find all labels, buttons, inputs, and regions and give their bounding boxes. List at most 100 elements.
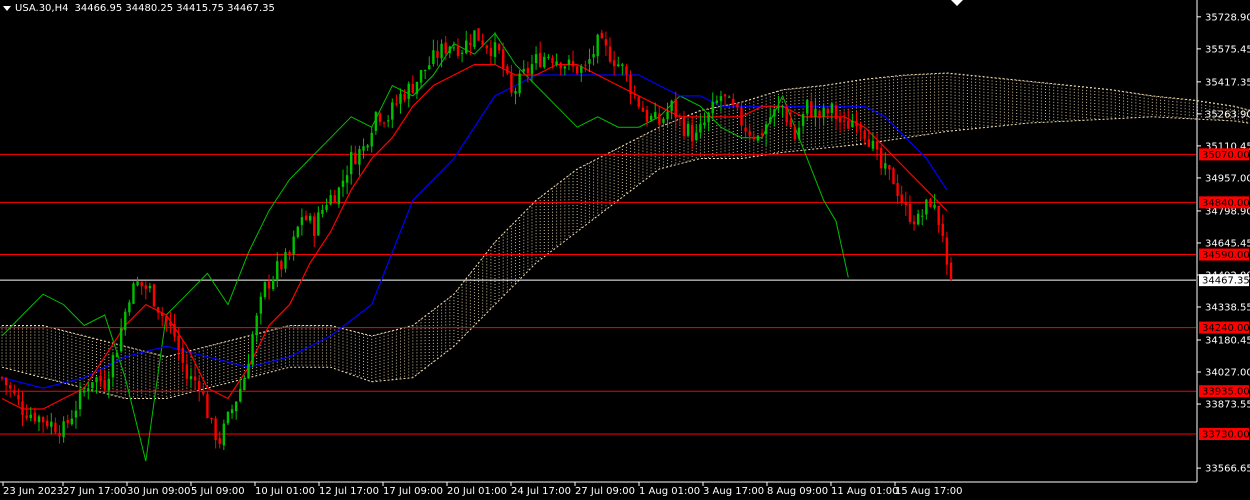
candle-body — [329, 195, 332, 205]
candle-body — [173, 323, 176, 337]
candle-body — [904, 202, 908, 205]
candle-body — [407, 83, 410, 100]
candle-body — [912, 221, 916, 225]
candle-body — [230, 409, 234, 414]
candle-body — [91, 382, 94, 389]
candle-body — [744, 127, 747, 132]
candle-body — [234, 401, 238, 412]
candle-body — [370, 132, 373, 147]
candle-body — [259, 296, 263, 314]
candle-body — [682, 117, 686, 137]
candle-body — [144, 285, 147, 289]
candle-body — [366, 145, 369, 148]
candle-body — [818, 110, 821, 119]
candle-body — [530, 64, 534, 74]
candle-body — [851, 121, 854, 128]
candle-body — [575, 66, 579, 74]
candle-body — [185, 364, 189, 379]
candle-body — [769, 117, 772, 123]
candle-body — [395, 103, 398, 105]
candle-body — [662, 118, 665, 123]
candle-body — [838, 117, 842, 123]
dropdown-triangle-icon[interactable] — [3, 5, 11, 11]
y-tick-label: 34645.45 — [1205, 238, 1250, 249]
candle-body — [592, 54, 595, 58]
x-tick-label: 17 Jul 09:00 — [383, 486, 443, 497]
candle-body — [859, 124, 862, 130]
candle-body — [822, 107, 825, 117]
candle-body — [239, 388, 242, 402]
candle-body — [469, 42, 472, 46]
shift-marker-icon[interactable] — [951, 0, 963, 6]
candle-body — [325, 205, 328, 210]
candle-body — [925, 199, 928, 215]
candle-body — [810, 101, 813, 117]
candle-body — [304, 215, 308, 220]
candle-body — [214, 418, 217, 440]
candle-body — [518, 73, 521, 94]
candle-body — [756, 135, 760, 141]
candle-body — [362, 146, 365, 151]
candle-body — [300, 217, 304, 225]
candle-body — [629, 75, 632, 95]
x-tick-label: 20 Jul 01:00 — [447, 486, 507, 497]
candle-body — [785, 106, 788, 122]
candle-body — [727, 96, 731, 98]
candle-body — [0, 377, 4, 379]
candle-body — [341, 180, 345, 187]
candle-body — [649, 115, 653, 121]
candle-body — [243, 379, 246, 391]
candle-body — [202, 391, 205, 395]
candle-body — [321, 210, 324, 214]
candle-body — [169, 321, 172, 326]
candle-body — [830, 103, 834, 113]
candle-body — [715, 100, 719, 103]
candle-body — [670, 100, 673, 111]
candle-body — [826, 108, 829, 114]
candle-body — [218, 438, 221, 444]
candle-body — [54, 422, 57, 433]
candle-body — [617, 64, 620, 67]
candle-body — [82, 390, 86, 393]
candle-body — [21, 401, 24, 416]
candle-body — [678, 115, 682, 117]
candle-body — [666, 111, 669, 120]
candle-body — [189, 376, 193, 380]
candle-body — [703, 122, 706, 126]
candle-body — [428, 65, 431, 70]
candle-body — [797, 127, 801, 139]
candle-body — [29, 414, 32, 418]
y-tick-label: 34180.45 — [1205, 335, 1250, 346]
candle-body — [263, 282, 267, 298]
x-tick-label: 12 Jul 17:00 — [319, 486, 379, 497]
candle-body — [17, 394, 20, 400]
candle-body — [70, 418, 74, 425]
candle-body — [4, 377, 8, 385]
candle-body — [760, 133, 764, 135]
candle-body — [489, 48, 493, 57]
candle-body — [707, 112, 710, 123]
candle-body — [452, 47, 456, 49]
candle-body — [399, 93, 402, 104]
candle-body — [921, 215, 924, 217]
candle-body — [896, 183, 899, 197]
candle-body — [156, 307, 160, 313]
candle-body — [33, 412, 37, 422]
candle-body — [148, 285, 152, 289]
candle-body — [781, 105, 784, 108]
candle-body — [444, 42, 447, 54]
candle-body — [66, 419, 69, 424]
ohlc-values: 34466.95 34480.25 34415.75 34467.35 — [74, 2, 275, 14]
y-tick-label: 33566.65 — [1205, 464, 1250, 475]
candle-body — [165, 316, 168, 322]
x-tick-label: 10 Jul 01:00 — [255, 486, 315, 497]
candle-body — [177, 335, 180, 350]
candle-body — [493, 42, 497, 57]
candle-body — [879, 148, 883, 169]
candle-body — [855, 120, 858, 127]
candle-body — [222, 423, 226, 446]
candle-body — [251, 335, 254, 365]
candle-body — [140, 281, 143, 287]
candle-body — [567, 59, 571, 65]
price-chart[interactable]: 35728.9035575.4535417.3535263.9035110.45… — [0, 0, 1250, 500]
